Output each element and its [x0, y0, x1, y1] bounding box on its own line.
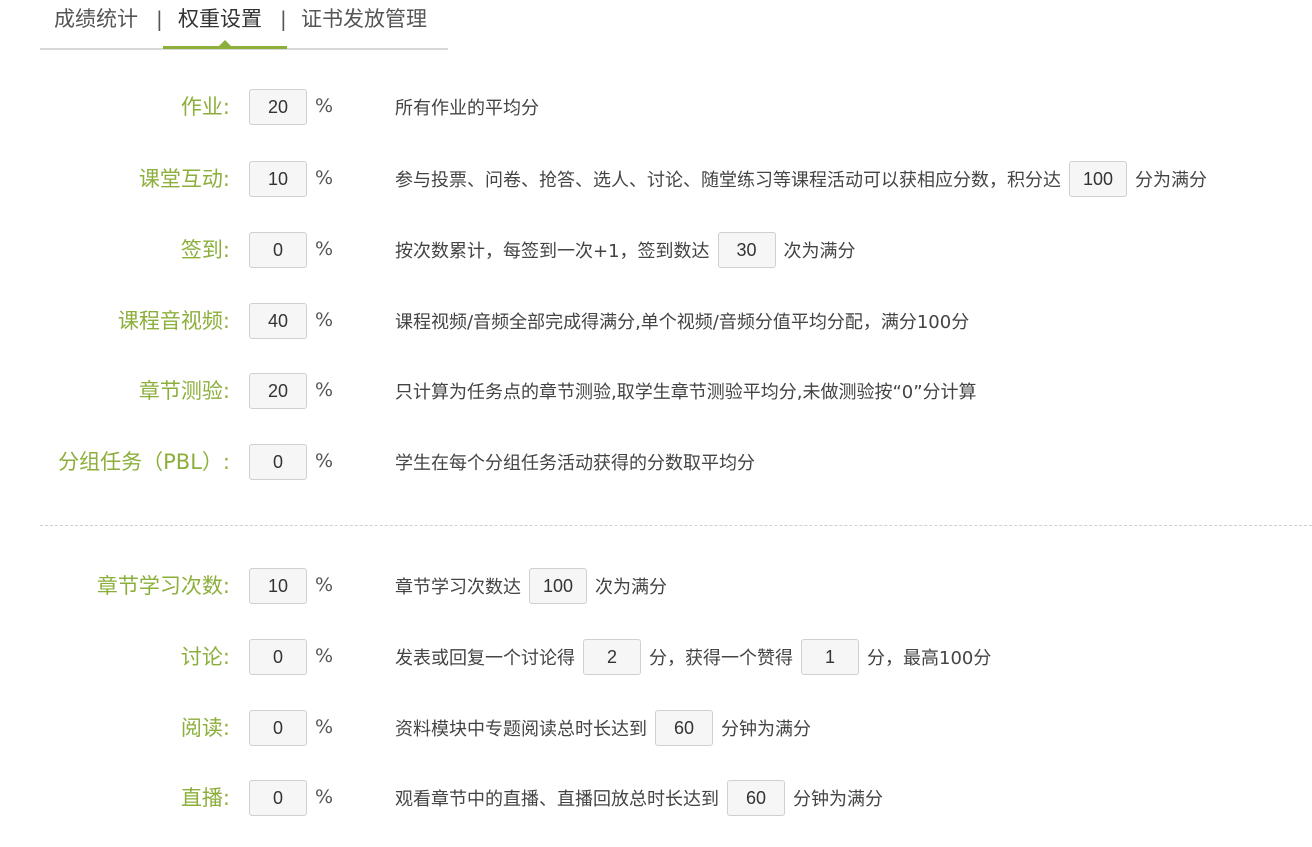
points-per-like-input[interactable]: 1: [801, 639, 859, 675]
row-label: 章节学习次数:: [96, 574, 230, 598]
weight-row-course-media: 课程音视频: 40 % 课程视频/音频全部完成得满分,单个视频/音频分值平均分配…: [0, 303, 1312, 339]
row-label: 讨论:: [180, 645, 230, 669]
desc-text: 分钟为满分: [793, 789, 883, 810]
weight-row-reading: 阅读: 0 % 资料模块中专题阅读总时长达到 60 分钟为满分: [0, 710, 1312, 746]
percent-sign: %: [315, 379, 334, 401]
weight-row-chapter-study-count: 章节学习次数: 10 % 章节学习次数达 100 次为满分: [0, 568, 1312, 604]
desc-text: 章节学习次数达: [395, 577, 521, 598]
row-label: 课堂互动:: [138, 167, 230, 191]
weight-row-classroom-interaction: 课堂互动: 10 % 参与投票、问卷、抢答、选人、讨论、随堂练习等课程活动可以获…: [0, 161, 1312, 197]
weight-input[interactable]: 20: [249, 89, 307, 125]
row-label: 作业:: [180, 95, 230, 119]
weight-row-homework: 作业: 20 % 所有作业的平均分: [0, 89, 1312, 125]
desc-text: 分，最高100分: [867, 648, 992, 669]
desc-text: 学生在每个分组任务活动获得的分数取平均分: [395, 453, 755, 474]
weight-row-sign-in: 签到: 0 % 按次数累计，每签到一次+1，签到数达 30 次为满分: [0, 232, 1312, 268]
desc-text: 次为满分: [595, 577, 667, 598]
weight-input[interactable]: 10: [249, 161, 307, 197]
full-score-points-input[interactable]: 100: [1069, 161, 1127, 197]
row-description: 只计算为任务点的章节测验,取学生章节测验平均分,未做测验按“0”分计算: [395, 373, 977, 409]
row-description: 资料模块中专题阅读总时长达到 60 分钟为满分: [395, 710, 811, 746]
row-label: 阅读:: [180, 716, 230, 740]
weight-row-live-stream: 直播: 0 % 观看章节中的直播、直播回放总时长达到 60 分钟为满分: [0, 780, 1312, 816]
tab-separator: |: [156, 7, 163, 31]
desc-text: 发表或回复一个讨论得: [395, 648, 575, 669]
desc-text: 只计算为任务点的章节测验,取学生章节测验平均分,未做测验按“0”分计算: [395, 382, 977, 403]
row-label: 章节测验:: [138, 379, 230, 403]
weight-input[interactable]: 40: [249, 303, 307, 339]
weight-input[interactable]: 0: [249, 780, 307, 816]
percent-sign: %: [315, 95, 334, 117]
weight-input[interactable]: 0: [249, 444, 307, 480]
weight-row-chapter-quiz: 章节测验: 20 % 只计算为任务点的章节测验,取学生章节测验平均分,未做测验按…: [0, 373, 1312, 409]
weight-input[interactable]: 20: [249, 373, 307, 409]
percent-sign: %: [315, 786, 334, 808]
tab-certificate-management[interactable]: 证书发放管理: [301, 4, 427, 34]
desc-text: 按次数累计，每签到一次+1，签到数达: [395, 241, 710, 262]
row-description: 发表或回复一个讨论得 2 分，获得一个赞得 1 分，最高100分: [395, 639, 991, 675]
desc-text: 观看章节中的直播、直播回放总时长达到: [395, 789, 719, 810]
row-description: 学生在每个分组任务活动获得的分数取平均分: [395, 444, 755, 480]
weight-input[interactable]: 0: [249, 232, 307, 268]
desc-text: 次为满分: [783, 241, 856, 262]
desc-text: 课程视频/音频全部完成得满分,单个视频/音频分值平均分配，满分100分: [395, 312, 970, 333]
weight-input[interactable]: 0: [249, 639, 307, 675]
desc-text: 分为满分: [1135, 170, 1207, 191]
row-description: 课程视频/音频全部完成得满分,单个视频/音频分值平均分配，满分100分: [395, 303, 969, 339]
tab-bar: 成绩统计 | 权重设置 | 证书发放管理: [40, 0, 448, 50]
row-label: 分组任务（PBL）:: [58, 450, 230, 474]
tab-separator: |: [280, 7, 287, 31]
weight-input[interactable]: 10: [249, 568, 307, 604]
full-score-count-input[interactable]: 100: [529, 568, 587, 604]
percent-sign: %: [315, 309, 334, 331]
full-score-minutes-input[interactable]: 60: [655, 710, 713, 746]
full-score-minutes-input[interactable]: 60: [727, 780, 785, 816]
percent-sign: %: [315, 645, 334, 667]
points-per-post-input[interactable]: 2: [583, 639, 641, 675]
percent-sign: %: [315, 238, 334, 260]
section-divider: [40, 525, 1312, 526]
percent-sign: %: [315, 167, 334, 189]
desc-text: 参与投票、问卷、抢答、选人、讨论、随堂练习等课程活动可以获相应分数，积分达: [395, 170, 1061, 191]
row-description: 章节学习次数达 100 次为满分: [395, 568, 667, 604]
active-tab-underline: [163, 46, 287, 49]
desc-text: 分，获得一个赞得: [649, 648, 793, 669]
desc-text: 资料模块中专题阅读总时长达到: [395, 719, 647, 740]
weight-row-discussion: 讨论: 0 % 发表或回复一个讨论得 2 分，获得一个赞得 1 分，最高100分: [0, 639, 1312, 675]
percent-sign: %: [315, 574, 334, 596]
row-description: 按次数累计，每签到一次+1，签到数达 30 次为满分: [395, 232, 856, 268]
percent-sign: %: [315, 450, 334, 472]
row-label: 课程音视频:: [117, 309, 230, 333]
percent-sign: %: [315, 716, 334, 738]
desc-text: 所有作业的平均分: [395, 98, 539, 119]
tab-grade-statistics[interactable]: 成绩统计: [54, 4, 138, 34]
tab-weight-settings[interactable]: 权重设置: [178, 4, 262, 34]
full-score-count-input[interactable]: 30: [717, 232, 776, 268]
weight-input[interactable]: 0: [249, 710, 307, 746]
row-description: 观看章节中的直播、直播回放总时长达到 60 分钟为满分: [395, 780, 883, 816]
row-description: 参与投票、问卷、抢答、选人、讨论、随堂练习等课程活动可以获相应分数，积分达 10…: [395, 161, 1207, 197]
row-label: 直播:: [180, 786, 230, 810]
row-description: 所有作业的平均分: [395, 89, 539, 125]
weight-row-group-task-pbl: 分组任务（PBL）: 0 % 学生在每个分组任务活动获得的分数取平均分: [0, 444, 1312, 480]
desc-text: 分钟为满分: [721, 719, 811, 740]
row-label: 签到:: [180, 238, 230, 262]
